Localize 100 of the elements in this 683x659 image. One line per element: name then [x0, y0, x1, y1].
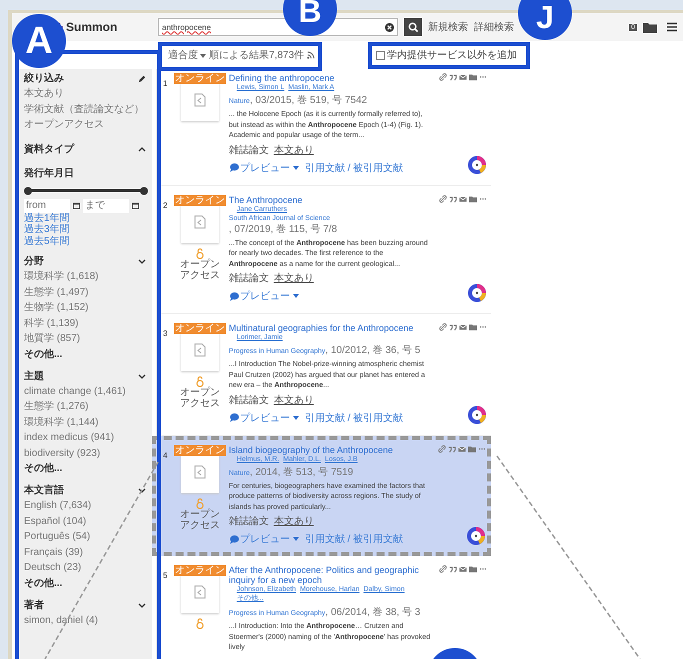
date-link[interactable]: 過去3年間	[24, 224, 146, 236]
result-title[interactable]: Multinatural geographies for the Anthropocene	[228, 323, 434, 333]
calendar-icon[interactable]	[132, 202, 139, 209]
folder-add-icon[interactable]	[469, 73, 478, 81]
link-icon[interactable]	[438, 444, 446, 452]
quote-icon[interactable]	[449, 565, 458, 573]
rss-icon[interactable]	[307, 51, 316, 59]
document-type: 雑誌論文	[228, 394, 269, 406]
date-to-field[interactable]: まで	[83, 198, 129, 212]
facet-item[interactable]: Français (39)	[24, 544, 146, 560]
link-icon[interactable]	[439, 73, 448, 81]
link-icon[interactable]	[439, 323, 448, 331]
chevron-icon[interactable]	[138, 602, 146, 608]
fulltext-link[interactable]: 本文あり	[274, 392, 314, 406]
mail-icon[interactable]	[459, 565, 468, 573]
facet-item[interactable]: 環境科学 (1,618)	[24, 269, 146, 284]
date-link[interactable]: 過去5年間	[24, 236, 146, 247]
fulltext-link[interactable]: 本文あり	[274, 514, 314, 528]
caret-icon[interactable]	[292, 416, 299, 420]
facet-item[interactable]: Español (104)	[24, 514, 146, 529]
menu-icon[interactable]	[667, 22, 677, 32]
facet-item[interactable]: simon, daniel (4)	[24, 612, 146, 628]
result-title[interactable]: Defining the anthropocene	[228, 73, 434, 83]
preview-link[interactable]: プレビュー	[240, 410, 290, 424]
result-number: 4	[163, 450, 168, 462]
quote-icon[interactable]	[449, 323, 458, 331]
facet-item[interactable]: 生態学 (1,497)	[24, 284, 146, 300]
result-title[interactable]: Island biogeography of the Anthropocene	[228, 444, 433, 454]
quote-icon[interactable]	[448, 444, 456, 452]
more-link[interactable]: その他...	[24, 461, 146, 476]
checkbox[interactable]	[376, 50, 385, 60]
caret-icon[interactable]	[292, 537, 299, 541]
more-link[interactable]: その他...	[24, 576, 146, 590]
facet-item[interactable]: Português (54)	[24, 529, 146, 544]
facet-item[interactable]: English (7,634)	[24, 498, 146, 514]
folder-add-icon[interactable]	[469, 323, 478, 331]
donut-badge-icon[interactable]	[466, 526, 486, 546]
filter-link[interactable]: 学術文献（査読論文など）	[24, 102, 146, 117]
facet-item[interactable]: 環境科学 (1,144)	[24, 414, 146, 430]
donut-badge-icon[interactable]	[467, 404, 488, 424]
result-title[interactable]: The Anthropocene	[228, 194, 434, 204]
facet-toggle[interactable]: 主題	[24, 368, 44, 384]
facet-item[interactable]: 生物学 (1,152)	[24, 300, 146, 316]
citations-link[interactable]: 引用文献 / 被引用文献	[304, 410, 404, 424]
mail-icon[interactable]	[459, 323, 468, 331]
facet-item[interactable]: 生態学 (1,276)	[24, 399, 146, 414]
facet-toggle[interactable]: 著者	[24, 598, 44, 612]
document-type: 雑誌論文	[228, 144, 269, 156]
search-button[interactable]	[404, 18, 422, 36]
facet-item[interactable]: 科学 (1,139)	[24, 316, 146, 331]
facet-item[interactable]: climate change (1,461)	[24, 384, 146, 399]
facet-item[interactable]: Deutsch (23)	[24, 560, 146, 576]
chevron-icon[interactable]	[138, 146, 146, 152]
folder-icon[interactable]	[643, 22, 657, 32]
caret-icon[interactable]	[292, 294, 299, 298]
date-link[interactable]: 過去1年間	[24, 212, 146, 224]
citations-link[interactable]: 引用文献 / 被引用文献	[304, 160, 404, 174]
caret-icon[interactable]	[292, 166, 299, 170]
date-from-field[interactable]: from	[24, 198, 70, 212]
mail-icon[interactable]	[459, 73, 468, 81]
sort-dropdown[interactable]: 適合度	[168, 48, 206, 62]
folder-add-icon[interactable]	[469, 565, 478, 573]
more-link[interactable]: その他...	[24, 346, 146, 362]
donut-badge-icon[interactable]	[467, 283, 488, 303]
facet-item[interactable]: 地質学 (857)	[24, 331, 146, 346]
facet-toggle[interactable]: 分野	[24, 254, 44, 269]
filter-link[interactable]: オープンアクセス	[24, 117, 146, 132]
header-link[interactable]: 詳細検索	[474, 20, 514, 34]
header-link[interactable]: 新規検索	[428, 20, 468, 34]
link-icon[interactable]	[439, 565, 448, 573]
preview-link[interactable]: プレビュー	[240, 160, 290, 174]
facet-item[interactable]: biodiversity (923)	[24, 446, 146, 461]
facet-item[interactable]: index medicus (941)	[24, 430, 146, 446]
mail-icon[interactable]	[459, 194, 468, 202]
quote-icon[interactable]	[449, 194, 458, 202]
caret-icon	[200, 54, 206, 58]
fulltext-link[interactable]: 本文あり	[274, 142, 314, 156]
chevron-icon[interactable]	[138, 488, 146, 493]
fulltext-link[interactable]: 本文あり	[274, 271, 314, 285]
quote-icon[interactable]	[449, 73, 458, 81]
result-title[interactable]: After the Anthropocene: Politics and geographic inquiry for a new epoch	[228, 565, 434, 585]
mail-icon[interactable]	[458, 444, 466, 452]
facet-toggle[interactable]: 資料タイプ	[24, 142, 74, 156]
pencil-icon[interactable]	[138, 74, 146, 82]
folder-add-icon[interactable]	[468, 444, 476, 452]
checkbox-label: 学内提供サービス以外を追加	[387, 48, 517, 62]
calendar-icon[interactable]	[73, 202, 80, 209]
folder-add-icon[interactable]	[469, 194, 478, 202]
clear-icon[interactable]	[385, 22, 394, 32]
link-icon[interactable]	[439, 194, 448, 202]
online-badge: オンライン	[174, 323, 226, 334]
filter-link[interactable]: 本文あり	[24, 86, 146, 102]
result-number: 2	[163, 200, 168, 212]
donut-badge-icon[interactable]	[467, 154, 488, 174]
citations-link[interactable]: 引用文献 / 被引用文献	[304, 532, 404, 546]
chevron-icon[interactable]	[138, 374, 146, 378]
chevron-icon[interactable]	[138, 259, 146, 264]
preview-link[interactable]: プレビュー	[240, 289, 290, 303]
preview-link[interactable]: プレビュー	[240, 532, 290, 546]
facet-toggle[interactable]: 本文言語	[24, 483, 64, 498]
